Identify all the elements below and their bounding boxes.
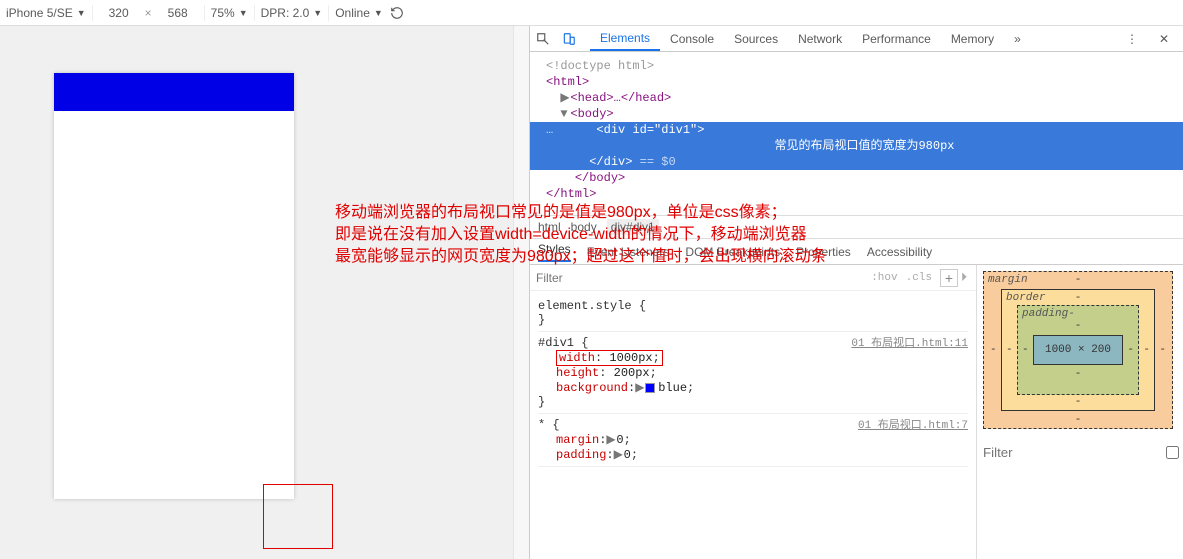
dom-eq: == $0 [632, 155, 675, 169]
rule-element-style[interactable]: element.style { } [538, 295, 968, 332]
collapse-icon[interactable]: ▼ [560, 106, 570, 122]
brace-close: } [538, 395, 968, 409]
inspect-icon[interactable] [530, 26, 556, 52]
scrollbar-vertical[interactable] [513, 26, 529, 559]
annotation-line-2: 即是说在没有加入设置width=device-width的情况下，移动端浏览器 [335, 224, 827, 246]
annotation-line-1: 移动端浏览器的布局视口常见的是值是980px，单位是css像素； [335, 202, 827, 224]
color-swatch-blue[interactable] [645, 383, 655, 393]
page-blue-div [54, 73, 294, 111]
rule-link-div1[interactable]: 01 布局视口.html:11 [851, 334, 968, 350]
devtools-panel: Elements Console Sources Network Perform… [529, 26, 1183, 559]
bm-content: 1000 × 200 [1033, 335, 1123, 365]
annotation-rectangle [263, 484, 333, 549]
devtools-tabbar: Elements Console Sources Network Perform… [530, 26, 1183, 52]
close-icon[interactable]: ✕ [1151, 26, 1177, 52]
bm-border-label: border [1006, 292, 1046, 304]
selector-element-style: element.style { [538, 299, 968, 313]
styles-filter-input[interactable] [536, 271, 867, 285]
dimensions: × [99, 6, 198, 20]
styles-tabright-icon[interactable]: ⏵ [958, 270, 970, 285]
zoom-value: 75% [211, 6, 235, 20]
device-select[interactable]: iPhone 5/SE ▼ [6, 6, 86, 20]
dom-body-close[interactable]: </body> [575, 171, 625, 185]
tab-accessibility[interactable]: Accessibility [867, 245, 932, 259]
styles-pane: :hov .cls + ⏵ element.style { } 01 布局视口.… [530, 265, 977, 559]
expand-icon[interactable]: ▶ [560, 90, 570, 106]
brace-close: } [538, 313, 968, 327]
dpr-label: DPR: 2.0 [261, 6, 310, 20]
tab-performance[interactable]: Performance [852, 26, 941, 51]
bm-margin-label: margin [988, 274, 1028, 286]
dom-selected-node[interactable]: … <div id="div1"> 常见的布局视口值的宽度为980px </di… [530, 122, 1183, 170]
rule-star[interactable]: 01 布局视口.html:7 * { margin:▶0; padding:▶0… [538, 414, 968, 467]
css-rules[interactable]: element.style { } 01 布局视口.html:11 #div1 … [530, 291, 976, 559]
device-toolbar: iPhone 5/SE ▼ × 75% ▼ DPR: 2.0 ▼ Online … [0, 0, 1183, 26]
dom-tree[interactable]: <!doctype html> <html> ▶<head>…</head> ▼… [530, 52, 1183, 215]
tab-console[interactable]: Console [660, 26, 724, 51]
zoom-select[interactable]: 75% ▼ [211, 6, 248, 20]
computed-filter-row: Show all [983, 437, 1177, 467]
more-icon[interactable]: ⋮ [1119, 26, 1145, 52]
show-all-checkbox[interactable] [1166, 446, 1179, 459]
tab-sources[interactable]: Sources [724, 26, 788, 51]
tab-network[interactable]: Network [788, 26, 852, 51]
annotation-line-3: 最宽能够显示的网页宽度为980px；超过这个值时，会出现横向滚动条 [335, 246, 827, 268]
new-rule-button[interactable]: + [940, 269, 958, 287]
tab-more[interactable]: » [1004, 26, 1031, 51]
device-name: iPhone 5/SE [6, 6, 73, 20]
tab-elements[interactable]: Elements [590, 26, 660, 51]
chevron-down-icon: ▼ [374, 8, 383, 18]
network-label: Online [335, 6, 370, 20]
dom-head[interactable]: <head>…</head> [570, 91, 671, 105]
dom-html-close[interactable]: </html> [546, 187, 596, 201]
width-input[interactable] [99, 6, 139, 20]
dpr-select[interactable]: DPR: 2.0 ▼ [261, 6, 323, 20]
cls-toggle[interactable]: .cls [902, 272, 936, 284]
chevron-down-icon: ▼ [239, 8, 248, 18]
box-model[interactable]: margin - - - - border - - - - padding- - [983, 271, 1173, 429]
annotation-text: 移动端浏览器的布局视口常见的是值是980px，单位是css像素； 即是说在没有加… [335, 202, 827, 268]
device-toggle-icon[interactable] [556, 26, 582, 52]
hov-toggle[interactable]: :hov [867, 272, 901, 284]
height-input[interactable] [158, 6, 198, 20]
rule-link-star[interactable]: 01 布局视口.html:7 [858, 416, 968, 432]
chevron-down-icon: ▼ [77, 8, 86, 18]
dom-div-close: </div> [589, 155, 632, 169]
styles-filter-row: :hov .cls + ⏵ [530, 265, 976, 291]
dom-html-open[interactable]: <html> [546, 75, 589, 89]
dimension-x: × [145, 6, 152, 20]
device-frame[interactable] [54, 73, 294, 499]
dom-body-open[interactable]: <body> [570, 107, 613, 121]
bm-padding-label: padding- [1022, 308, 1075, 320]
chevron-down-icon: ▼ [313, 8, 322, 18]
rule-div1[interactable]: 01 布局视口.html:11 #div1 { width: 1000px; h… [538, 332, 968, 414]
network-select[interactable]: Online ▼ [335, 6, 383, 20]
dom-doctype[interactable]: <!doctype html> [546, 58, 1183, 74]
tab-memory[interactable]: Memory [941, 26, 1004, 51]
rotate-icon[interactable] [389, 5, 405, 21]
device-viewport-pane [0, 26, 529, 559]
dom-div-text: 常见的布局视口值的宽度为980px [774, 139, 954, 153]
computed-filter-input[interactable] [983, 445, 1160, 460]
box-model-pane: margin - - - - border - - - - padding- - [977, 265, 1183, 559]
